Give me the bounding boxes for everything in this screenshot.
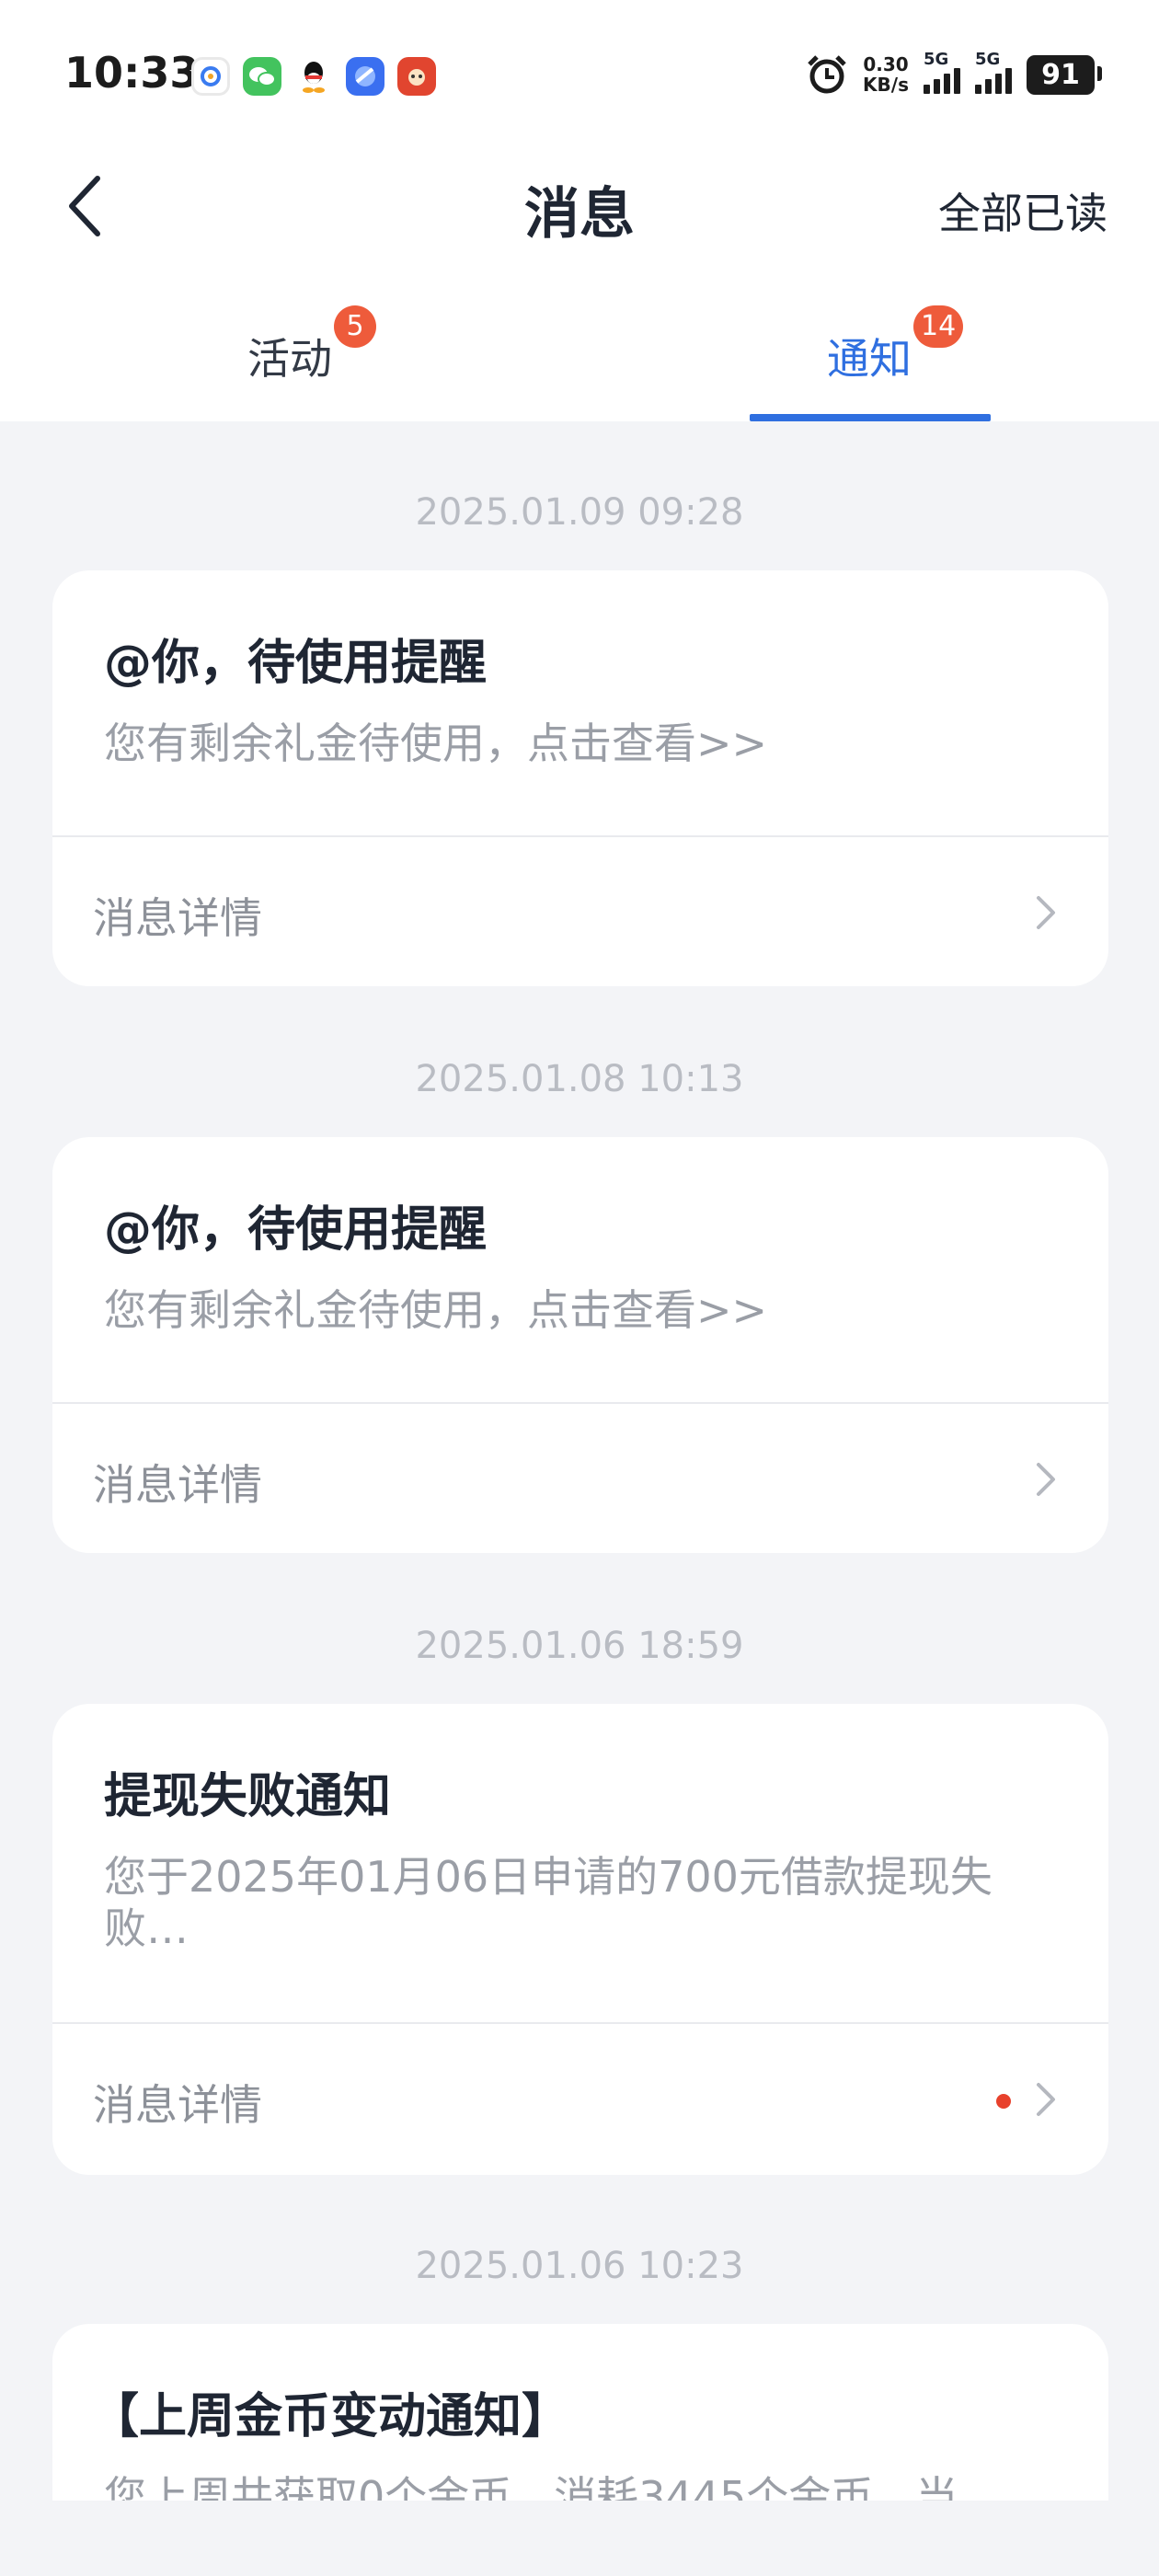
- browser-icon: [346, 57, 384, 96]
- header: 消息 全部已读: [0, 156, 1159, 259]
- unread-indicator: [996, 2094, 1011, 2109]
- chevron-right-icon: [1037, 1463, 1055, 1496]
- alarm-icon: [808, 55, 846, 94]
- status-indicators: 0.30 KB/s 5G 5G 91: [806, 50, 1102, 96]
- message-card[interactable]: @你，待使用提醒 您有剩余礼金待使用，点击查看>> 消息详情: [52, 570, 1108, 986]
- message-card[interactable]: 【上周金币变动通知】 您上周共获取0个金币，消耗3445个金币，当: [52, 2324, 1108, 2501]
- signal-strength-2: 5G: [975, 50, 1012, 94]
- top-area: 10:33 0.30 KB/s 5G 5G 91 消息 全部已读 活动 5 通知…: [0, 0, 1159, 421]
- message-body: 您有剩余礼金待使用，点击查看>>: [104, 1285, 768, 1335]
- message-timestamp: 2025.01.06 18:59: [415, 1625, 744, 1667]
- message-detail-link[interactable]: 消息详情: [52, 837, 1108, 986]
- message-timestamp: 2025.01.08 10:13: [415, 1058, 744, 1100]
- tab-notifications[interactable]: 通知 14: [685, 304, 1053, 421]
- message-body: 您上周共获取0个金币，消耗3445个金币，当: [104, 2472, 958, 2501]
- chevron-right-icon: [1037, 2083, 1055, 2116]
- signal-type-1: 5G: [924, 50, 949, 69]
- chevron-right-icon: [1037, 896, 1055, 929]
- message-detail-label: 消息详情: [93, 2080, 262, 2130]
- signal-strength-1: 5G: [924, 50, 960, 94]
- message-title: @你，待使用提醒: [104, 1202, 488, 1258]
- wechat-icon: [243, 57, 281, 96]
- signal-type-2: 5G: [975, 50, 1001, 69]
- game-icon: [397, 57, 436, 96]
- tab-activity-text: 活动: [247, 334, 332, 384]
- network-speed: 0.30 KB/s: [863, 54, 909, 95]
- tab-activity[interactable]: 活动 5: [106, 304, 474, 421]
- message-card[interactable]: @你，待使用提醒 您有剩余礼金待使用，点击查看>> 消息详情: [52, 1137, 1108, 1553]
- network-speed-value: 0.30: [863, 53, 909, 75]
- mark-all-read-button[interactable]: 全部已读: [938, 180, 1107, 241]
- tab-notifications-label: 通知 14: [827, 305, 964, 386]
- message-detail-label: 消息详情: [93, 893, 262, 943]
- message-detail-link[interactable]: 消息详情: [52, 2024, 1108, 2175]
- active-tab-indicator: [750, 414, 991, 421]
- message-timestamp: 2025.01.09 09:28: [415, 491, 744, 534]
- status-bar: 10:33 0.30 KB/s 5G 5G 91: [0, 0, 1159, 156]
- tab-bar: 活动 5 通知 14: [0, 304, 1159, 421]
- battery-indicator: 91: [1027, 54, 1102, 95]
- quark-icon: [191, 57, 230, 96]
- tab-notifications-text: 通知: [827, 334, 912, 384]
- message-feed[interactable]: 2025.01.09 09:28 @你，待使用提醒 您有剩余礼金待使用，点击查看…: [0, 421, 1159, 2501]
- message-detail-link[interactable]: 消息详情: [52, 1404, 1108, 1553]
- tab-activity-badge: 5: [334, 305, 376, 348]
- network-speed-unit: KB/s: [863, 74, 909, 96]
- notification-app-icons: [191, 57, 436, 96]
- message-timestamp: 2025.01.06 10:23: [415, 2245, 744, 2287]
- message-body: 您有剩余礼金待使用，点击查看>>: [104, 719, 768, 768]
- message-detail-label: 消息详情: [93, 1460, 262, 1510]
- message-title: 提现失败通知: [104, 1769, 392, 1824]
- message-title: @你，待使用提醒: [104, 636, 488, 691]
- tab-activity-label: 活动 5: [247, 305, 376, 386]
- message-card[interactable]: 提现失败通知 您于2025年01月06日申请的700元借款提现失败… 消息详情: [52, 1704, 1108, 2175]
- tab-notifications-badge: 14: [913, 305, 964, 348]
- message-body: 您于2025年01月06日申请的700元借款提现失败…: [104, 1852, 993, 1953]
- qq-icon: [294, 57, 333, 96]
- status-time: 10:33: [64, 48, 200, 98]
- message-title: 【上周金币变动通知】: [91, 2389, 570, 2444]
